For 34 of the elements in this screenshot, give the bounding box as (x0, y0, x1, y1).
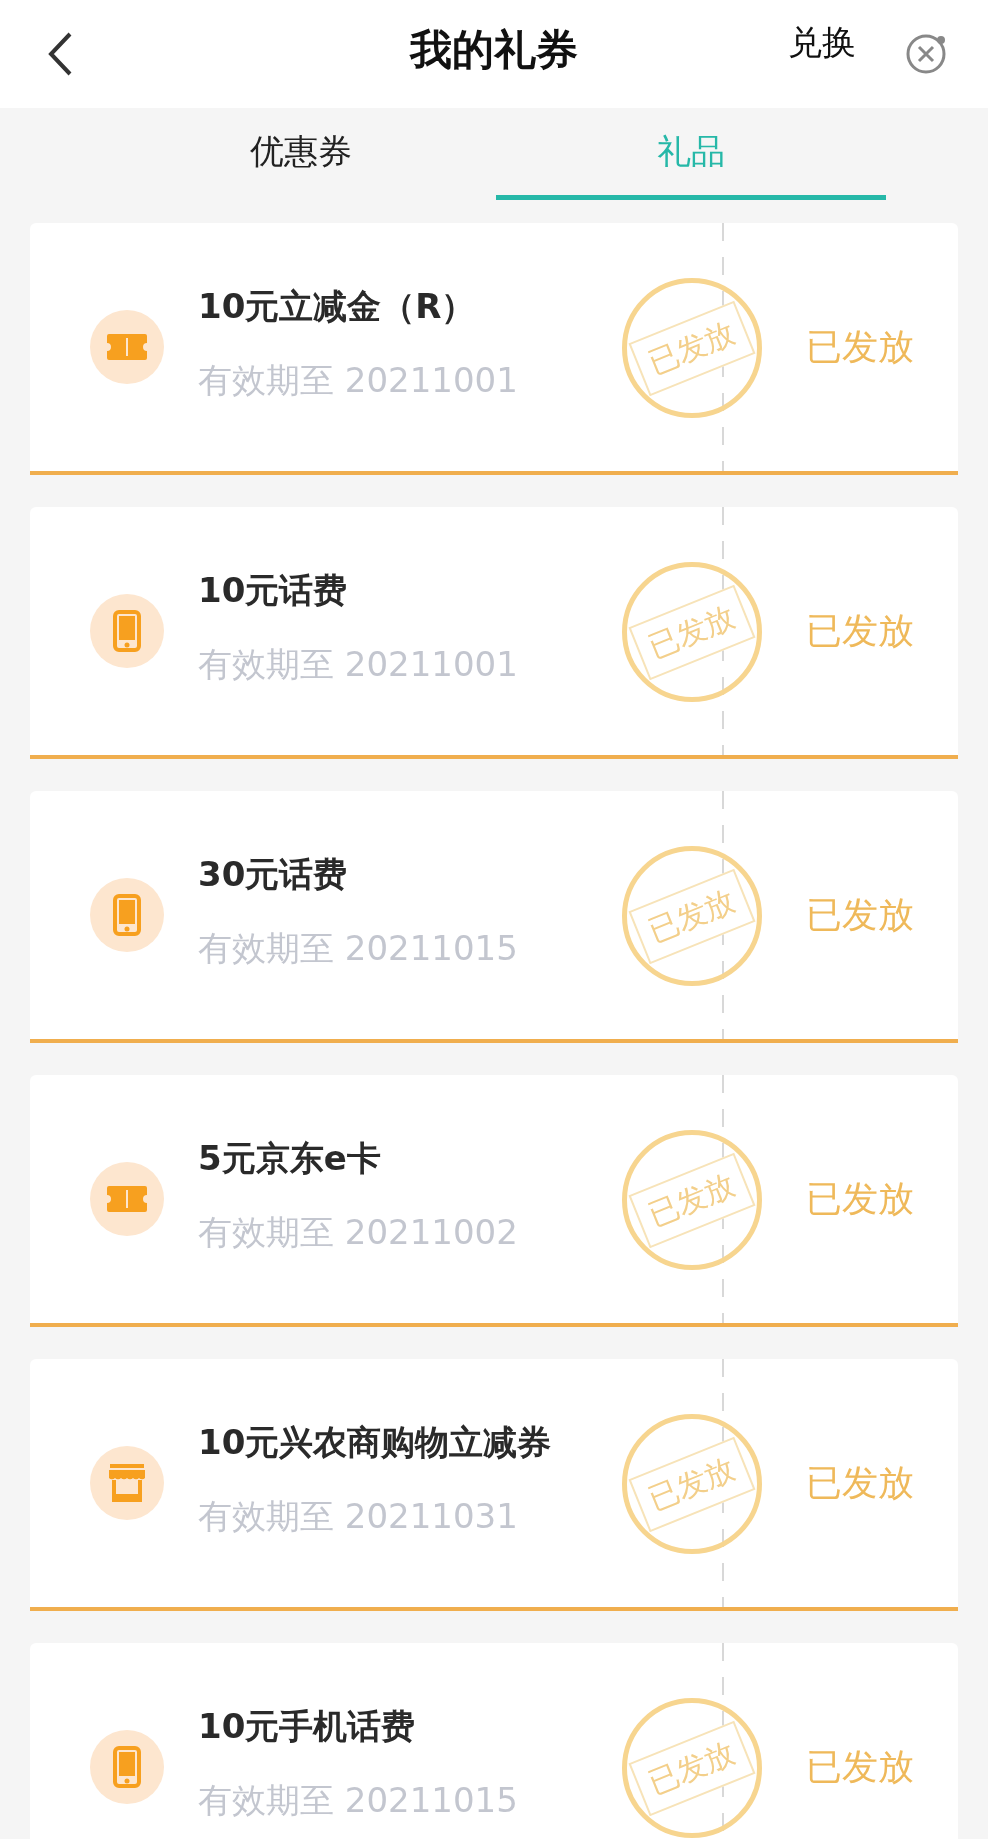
gift-card[interactable]: 10元兴农商购物立减券 有效期至 20211031 已发放 已发放 (30, 1359, 958, 1611)
gift-title: 30元话费 (198, 853, 348, 896)
ticket-icon (107, 334, 147, 360)
gift-title: 10元话费 (198, 569, 348, 612)
redeem-button[interactable]: 兑换 (788, 20, 856, 66)
gift-title: 10元兴农商购物立减券 (198, 1421, 552, 1464)
page-title: 我的礼券 (410, 24, 578, 76)
gift-card[interactable]: 10元手机话费 有效期至 20211015 已发放 已发放 (30, 1643, 958, 1839)
status-label: 已发放 (806, 608, 914, 653)
shop-icon (107, 1464, 147, 1502)
gift-card[interactable]: 5元京东e卡 有效期至 20211002 已发放 已发放 (30, 1075, 958, 1327)
gift-title: 5元京东e卡 (198, 1137, 381, 1180)
expiry-date: 有效期至 20211001 (198, 359, 518, 402)
gift-title: 10元手机话费 (198, 1705, 416, 1748)
gift-card[interactable]: 30元话费 有效期至 20211015 已发放 已发放 (30, 791, 958, 1043)
status-label: 已发放 (806, 324, 914, 369)
expiry-date: 有效期至 20211015 (198, 1779, 518, 1822)
expiry-date: 有效期至 20211015 (198, 927, 518, 970)
expiry-date: 有效期至 20211031 (198, 1495, 518, 1538)
gift-card[interactable]: 10元话费 有效期至 20211001 已发放 已发放 (30, 507, 958, 759)
phone-icon (113, 610, 141, 652)
expiry-date: 有效期至 20211002 (198, 1211, 518, 1254)
gift-card[interactable]: 10元立减金（R） 有效期至 20211001 已发放 已发放 (30, 223, 958, 475)
status-label: 已发放 (806, 1176, 914, 1221)
gift-title: 10元立减金（R） (198, 285, 476, 328)
status-label: 已发放 (806, 892, 914, 937)
close-button[interactable] (904, 32, 948, 76)
expiry-date: 有效期至 20211001 (198, 643, 518, 686)
tab[interactable]: 优惠券 (106, 108, 496, 200)
status-label: 已发放 (806, 1460, 914, 1505)
status-label: 已发放 (806, 1744, 914, 1789)
ticket-icon (107, 1186, 147, 1212)
phone-icon (113, 894, 141, 936)
phone-icon (113, 1746, 141, 1788)
